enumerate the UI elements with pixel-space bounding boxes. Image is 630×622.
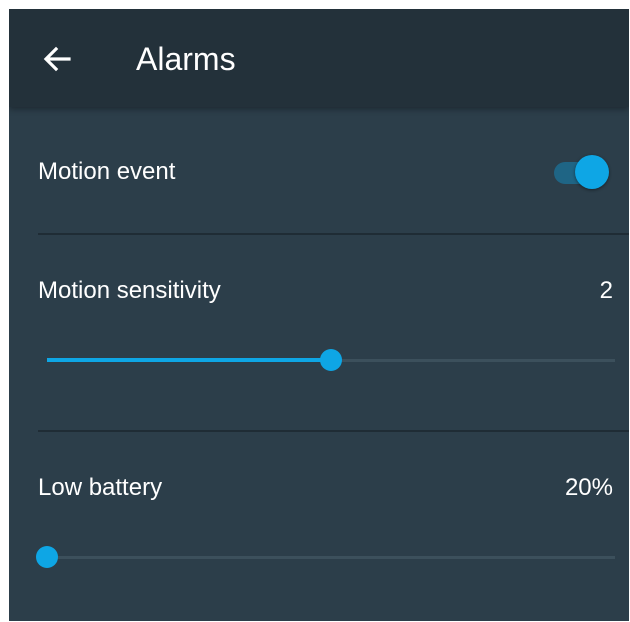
slider-fill	[47, 358, 331, 362]
arrow-left-icon	[43, 46, 71, 72]
motion-sensitivity-slider[interactable]	[47, 348, 615, 372]
page-title: Alarms	[136, 41, 236, 77]
toggle-thumb	[575, 155, 609, 189]
low-battery-row: Low battery 20%	[9, 432, 629, 621]
back-button[interactable]	[37, 39, 77, 79]
motion-sensitivity-label: Motion sensitivity	[38, 277, 221, 304]
slider-thumb[interactable]	[36, 546, 58, 568]
app-bar: Alarms	[9, 9, 629, 107]
motion-sensitivity-value: 2	[599, 277, 613, 304]
motion-event-toggle[interactable]	[552, 152, 610, 192]
slider-thumb[interactable]	[320, 349, 342, 371]
motion-event-label: Motion event	[38, 158, 176, 185]
slider-rail	[47, 556, 615, 559]
low-battery-label: Low battery	[38, 474, 163, 501]
motion-sensitivity-row: Motion sensitivity 2	[9, 235, 629, 431]
low-battery-slider[interactable]	[36, 545, 615, 569]
alarms-screen: Alarms Motion event Motion sensitivity 2…	[9, 9, 629, 621]
low-battery-value: 20%	[564, 474, 613, 501]
motion-event-row[interactable]: Motion event	[9, 107, 629, 234]
